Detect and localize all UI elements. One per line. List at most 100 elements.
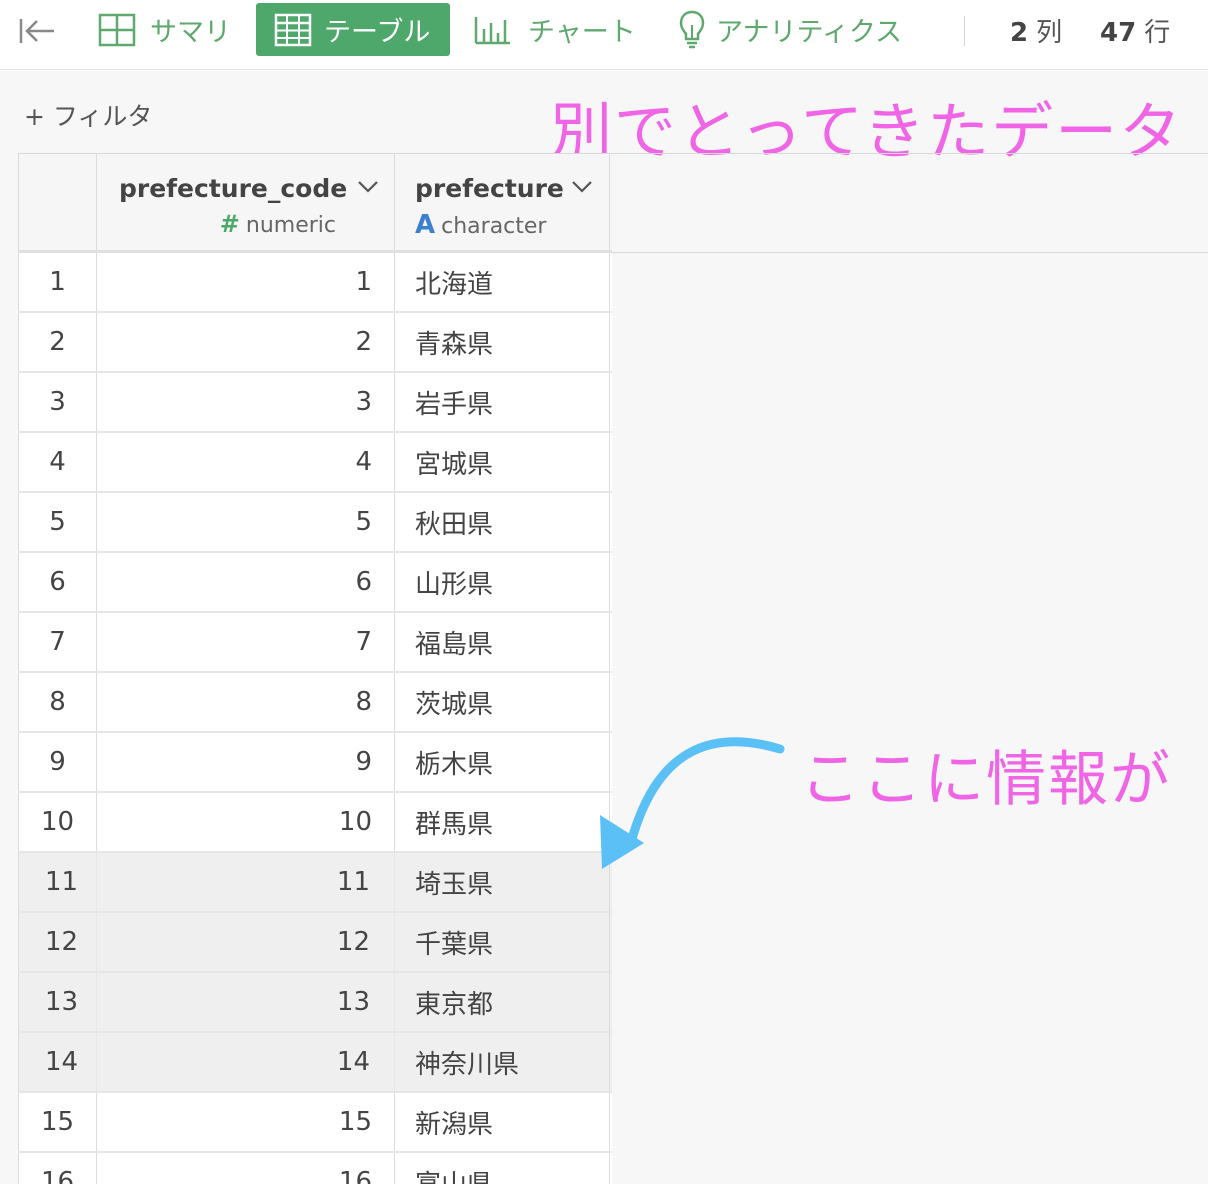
table-row[interactable]: 5 5 秋田県	[18, 493, 612, 553]
tab-analytics[interactable]: アナリティクス	[678, 3, 902, 56]
column-type: A character	[415, 210, 546, 240]
row-index-cell[interactable]: 6	[18, 553, 96, 611]
column-type: # numeric	[220, 210, 336, 238]
row-index-cell[interactable]: 13	[18, 973, 96, 1031]
prefecture-code-cell[interactable]: 5	[96, 493, 394, 551]
row-count: 47 行	[1100, 12, 1170, 49]
table-row[interactable]: 1616富山県	[18, 1153, 612, 1184]
chevron-down-icon[interactable]	[571, 180, 593, 194]
prefecture-code-cell[interactable]: 10	[96, 793, 394, 851]
tab-chart[interactable]: チャート	[474, 3, 636, 56]
row-index-cell[interactable]: 1	[18, 253, 96, 311]
summary-grid-icon	[98, 13, 136, 46]
table-row[interactable]: 9 9 栃木県	[18, 733, 612, 793]
table-row[interactable]: 3 3 岩手県	[18, 373, 612, 433]
prefecture-cell[interactable]: 群馬県	[394, 793, 610, 851]
prefecture-cell[interactable]: 宮城県	[394, 433, 610, 491]
prefecture-code-cell[interactable]: 11	[96, 853, 394, 911]
chevron-down-icon[interactable]	[357, 180, 379, 194]
table-row[interactable]: 11 11 埼玉県	[18, 853, 612, 913]
prefecture-code-cell[interactable]: 7	[96, 613, 394, 671]
row-index-cell[interactable]: 8	[18, 673, 96, 731]
column-count-label: 列	[1036, 18, 1063, 48]
table-row[interactable]: 10 10 群馬県	[18, 793, 612, 853]
table-icon	[274, 13, 312, 46]
row-count-value: 47	[1100, 18, 1137, 48]
prefecture-code-cell[interactable]: 2	[96, 313, 394, 371]
row-index-cell[interactable]: 5	[18, 493, 96, 551]
table-row[interactable]: 4 4 宮城県	[18, 433, 612, 493]
table-row[interactable]: 8 8 茨城県	[18, 673, 612, 733]
prefecture-cell[interactable]: 栃木県	[394, 733, 610, 791]
prefecture-cell[interactable]: 山形県	[394, 553, 610, 611]
tab-table-label: テーブル	[324, 17, 431, 48]
row-index-cell[interactable]: 16	[18, 1153, 96, 1184]
collapse-panel-button[interactable]	[16, 12, 58, 50]
row-index-cell[interactable]: 2	[18, 313, 96, 371]
prefecture-code-cell[interactable]: 15	[96, 1093, 394, 1151]
character-type-icon: A	[415, 210, 436, 240]
row-index-cell[interactable]: 10	[18, 793, 96, 851]
prefecture-cell[interactable]: 神奈川県	[394, 1033, 610, 1091]
prefecture-code-cell[interactable]: 8	[96, 673, 394, 731]
column-count-value: 2	[1010, 18, 1029, 48]
prefecture-code-cell[interactable]: 14	[96, 1033, 394, 1091]
prefecture-cell[interactable]: 茨城県	[394, 673, 610, 731]
column-type-label: numeric	[245, 213, 336, 238]
prefecture-cell[interactable]: 千葉県	[394, 913, 610, 971]
row-index-cell[interactable]: 9	[18, 733, 96, 791]
column-header-prefecture[interactable]: prefecture A character	[394, 154, 610, 250]
prefecture-code-cell[interactable]: 13	[96, 973, 394, 1031]
column-header-prefecture-code[interactable]: prefecture_code # numeric	[96, 154, 394, 250]
prefecture-cell[interactable]: 福島県	[394, 613, 610, 671]
prefecture-code-cell[interactable]: 16	[96, 1153, 394, 1184]
table-row[interactable]: 15 15 新潟県	[18, 1093, 612, 1153]
prefecture-code-cell[interactable]: 9	[96, 733, 394, 791]
prefecture-cell[interactable]: 新潟県	[394, 1093, 610, 1151]
prefecture-cell[interactable]: 秋田県	[394, 493, 610, 551]
row-index-cell[interactable]: 7	[18, 613, 96, 671]
tab-table[interactable]: テーブル	[256, 3, 450, 56]
prefecture-cell[interactable]: 北海道	[394, 253, 610, 311]
row-index-cell[interactable]: 15	[18, 1093, 96, 1151]
tab-summary[interactable]: サマリ	[98, 3, 231, 56]
row-index-cell[interactable]: 4	[18, 433, 96, 491]
numeric-type-icon: #	[219, 210, 240, 238]
row-index-header	[18, 154, 96, 250]
arrow-icon	[600, 737, 785, 869]
table-header: prefecture_code # numeric prefecture A c…	[18, 153, 612, 253]
lightbulb-icon	[679, 10, 705, 48]
row-index-cell[interactable]: 12	[18, 913, 96, 971]
prefecture-code-cell[interactable]: 1	[96, 253, 394, 311]
prefecture-code-cell[interactable]: 6	[96, 553, 394, 611]
add-filter-button[interactable]: + フィルタ	[24, 97, 152, 133]
table-row[interactable]: 6 6 山形県	[18, 553, 612, 613]
table-row[interactable]: 7 7 福島県	[18, 613, 612, 673]
tab-analytics-label: アナリティクス	[716, 17, 903, 48]
prefecture-cell[interactable]: 東京都	[394, 973, 610, 1031]
toolbar-divider	[964, 16, 965, 46]
table-row[interactable]: 12 12 千葉県	[18, 913, 612, 973]
prefecture-cell[interactable]: 青森県	[394, 313, 610, 371]
prefecture-code-cell[interactable]: 3	[96, 373, 394, 431]
table-row[interactable]: 1 1 北海道	[18, 253, 612, 313]
column-name: prefecture	[415, 174, 564, 203]
tab-summary-label: サマリ	[150, 17, 231, 48]
table-body: 1 1 北海道 2 2 青森県 3 3 岩手県 4 4 宮城県 5 5 秋田県 6 6 山形県 7 7 福島県 8 8 茨城県…	[18, 253, 612, 1184]
table-row[interactable]: 2 2 青森県	[18, 313, 612, 373]
annotation-note: ここに情報が	[800, 745, 1172, 815]
prefecture-cell[interactable]: 埼玉県	[394, 853, 610, 911]
row-index-cell[interactable]: 3	[18, 373, 96, 431]
row-index-cell[interactable]: 14	[18, 1033, 96, 1091]
toolbar: サマリ テーブル チャート アナリティクス 2 列 47 行	[0, 0, 1208, 70]
prefecture-code-cell[interactable]: 4	[96, 433, 394, 491]
row-index-cell[interactable]: 11	[18, 853, 96, 911]
prefecture-code-cell[interactable]: 12	[96, 913, 394, 971]
table-row[interactable]: 13 13 東京都	[18, 973, 612, 1033]
table-row[interactable]: 14 14 神奈川県	[18, 1033, 612, 1093]
prefecture-cell[interactable]: 富山県	[394, 1153, 610, 1184]
prefecture-cell[interactable]: 岩手県	[394, 373, 610, 431]
row-count-label: 行	[1144, 18, 1171, 48]
tab-chart-label: チャート	[528, 17, 636, 48]
content-area: + フィルタ 別でとってきたデータ prefecture_code # nume…	[0, 71, 1208, 1184]
